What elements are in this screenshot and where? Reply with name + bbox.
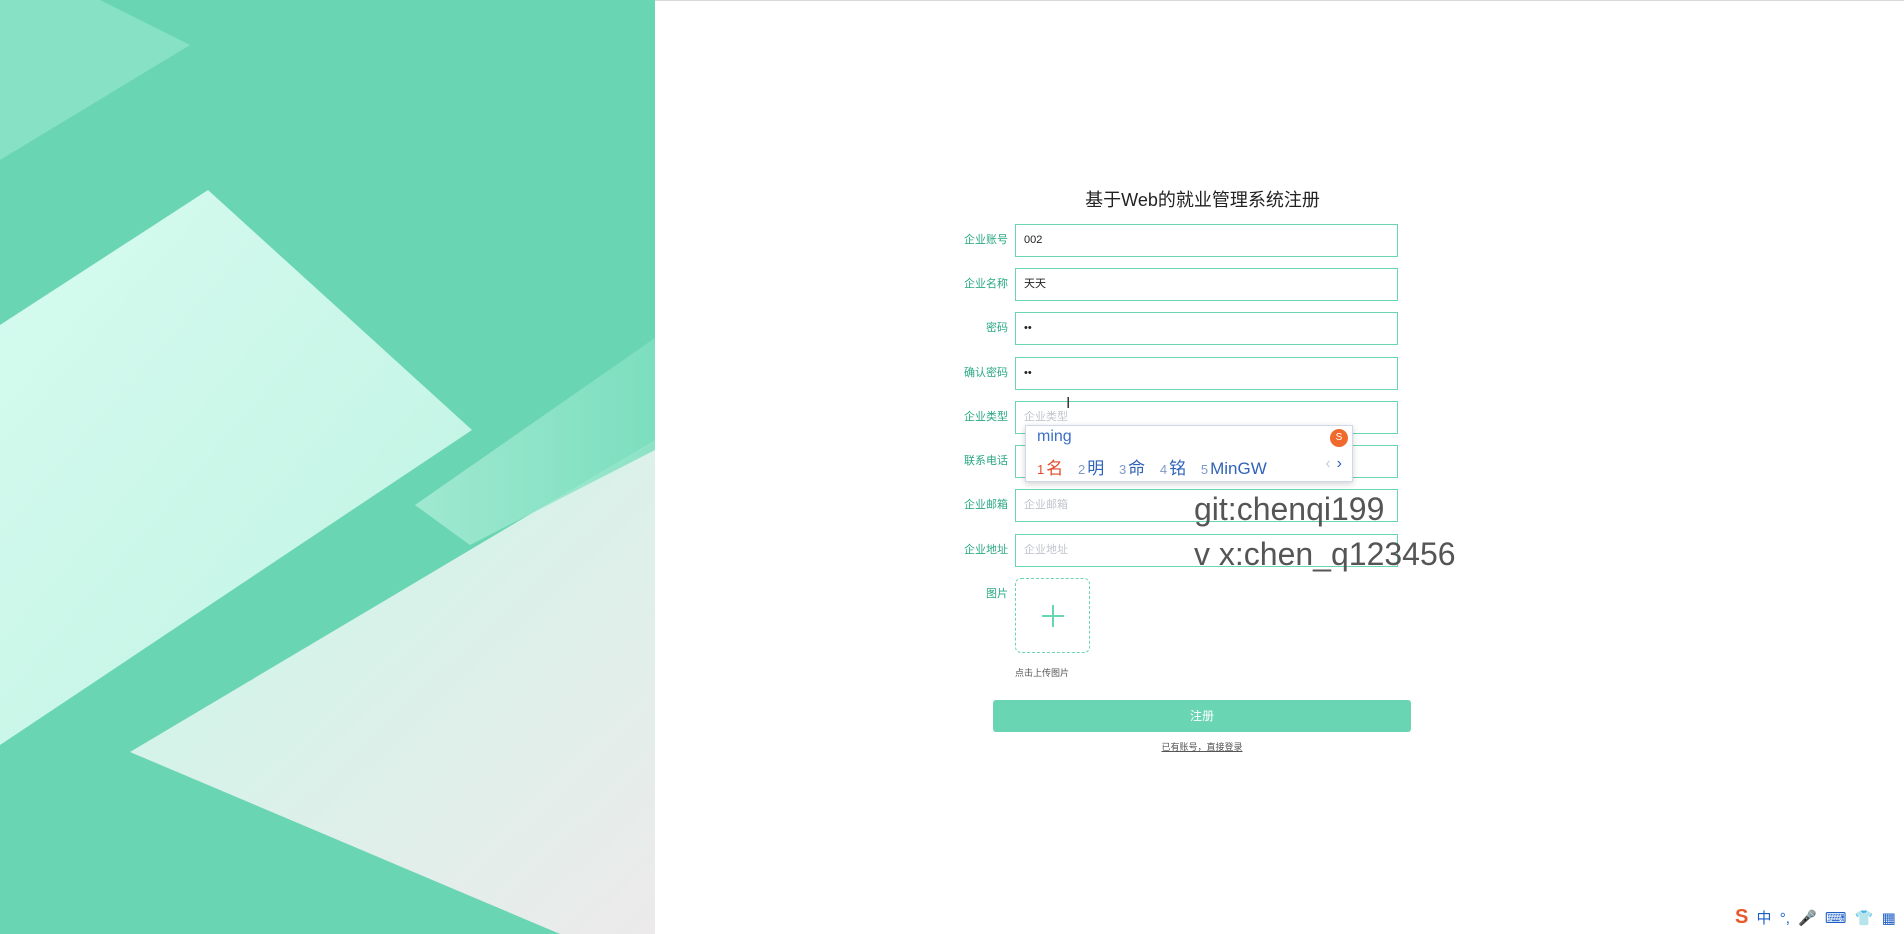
grid-menu-icon[interactable]: ▦ xyxy=(1882,909,1896,927)
microphone-icon[interactable]: 🎤 xyxy=(1798,909,1817,927)
image-label: 图片 xyxy=(986,588,1008,600)
ime-candidate[interactable]: 5 MinGW xyxy=(1201,459,1267,478)
background-panel xyxy=(0,0,655,934)
image-upload-button[interactable] xyxy=(1015,578,1090,653)
login-link[interactable]: 已有账号，直接登录 xyxy=(993,740,1411,753)
ime-candidate-popup: ming S 1名 2明 3命 4铭 5 MinGW ‹ › xyxy=(1025,425,1353,482)
field-row-name: 企业名称 xyxy=(940,268,1398,301)
company-name-label: 企业名称 xyxy=(964,278,1008,290)
email-label: 企业邮箱 xyxy=(964,499,1008,511)
confirm-password-label: 确认密码 xyxy=(964,367,1008,379)
ime-candidate[interactable]: 3命 xyxy=(1119,459,1145,478)
company-name-input[interactable] xyxy=(1015,268,1398,301)
ime-candidate[interactable]: 2明 xyxy=(1078,459,1104,478)
ime-candidates: 1名 2明 3命 4铭 5 MinGW xyxy=(1037,454,1277,479)
top-divider xyxy=(655,0,1904,1)
ime-page-nav: ‹ › xyxy=(1325,455,1342,473)
watermark-vx: v x:chen_q123456 xyxy=(1194,536,1456,572)
register-button[interactable]: 注册 xyxy=(993,700,1411,732)
keyboard-icon[interactable]: ⌨ xyxy=(1825,909,1847,927)
field-row-account: 企业账号 xyxy=(940,224,1398,257)
ime-prev-page-icon[interactable]: ‹ xyxy=(1325,455,1330,472)
ime-candidate[interactable]: 4铭 xyxy=(1160,459,1186,478)
background-shapes xyxy=(0,0,655,934)
upload-hint: 点击上传图片 xyxy=(1015,668,1070,678)
sogou-icon[interactable]: S xyxy=(1735,906,1748,929)
ime-toolbar: S 中 °, 🎤 ⌨ 👕 ▦ xyxy=(1735,906,1900,934)
sogou-logo-icon: S xyxy=(1330,429,1348,447)
password-input[interactable] xyxy=(1015,312,1398,345)
phone-label: 联系电话 xyxy=(964,455,1008,467)
ime-next-page-icon[interactable]: › xyxy=(1337,455,1342,472)
field-row-confirm: 确认密码 xyxy=(940,357,1398,390)
company-type-label: 企业类型 xyxy=(964,411,1008,423)
page-title: 基于Web的就业管理系统注册 xyxy=(1085,190,1320,210)
plus-icon-vertical xyxy=(1052,605,1054,627)
skin-icon[interactable]: 👕 xyxy=(1855,909,1874,927)
field-row-password: 密码 xyxy=(940,312,1398,345)
ime-candidate[interactable]: 1名 xyxy=(1037,459,1063,478)
password-label: 密码 xyxy=(986,322,1008,334)
ime-language-toggle[interactable]: 中 xyxy=(1757,907,1772,928)
address-label: 企业地址 xyxy=(964,544,1008,556)
ime-punctuation-toggle[interactable]: °, xyxy=(1780,910,1790,927)
account-input[interactable] xyxy=(1015,224,1398,257)
confirm-password-input[interactable] xyxy=(1015,357,1398,390)
account-label: 企业账号 xyxy=(964,234,1008,246)
text-cursor-icon: I xyxy=(1066,395,1071,412)
ime-pinyin: ming xyxy=(1037,428,1072,445)
watermark-git: git:chenqi199 xyxy=(1194,491,1385,527)
